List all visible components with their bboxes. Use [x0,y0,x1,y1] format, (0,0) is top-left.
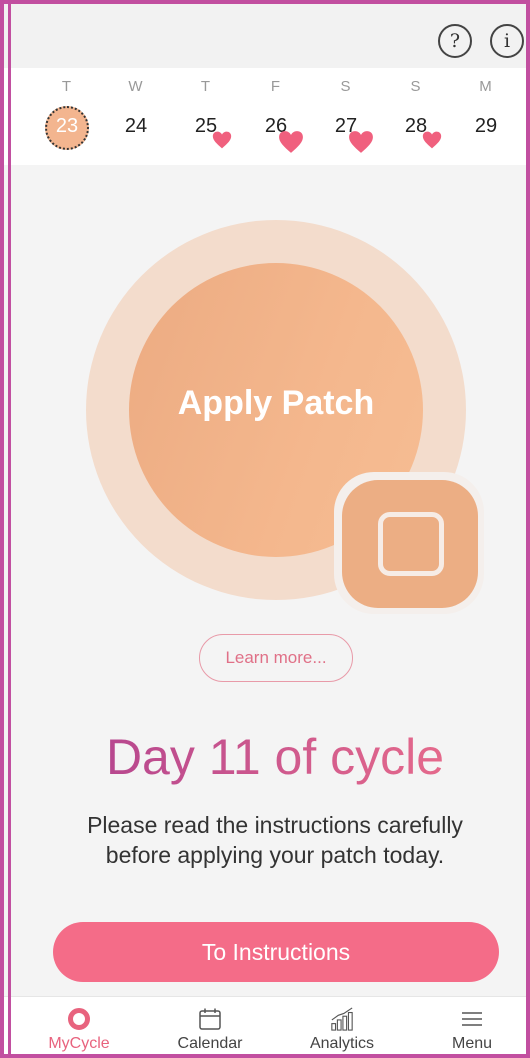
nav-label: Menu [451,1035,493,1052]
hamburger-menu-icon [460,1007,484,1031]
day-of-week: S [340,78,352,95]
instructions-line-2: before applying your patch today. [105,842,445,868]
instructions-message: Please read the instructions carefully b… [40,810,510,870]
bottom-navigation: MyCycle Calendar Analytics Menu [0,996,530,1058]
day-of-week: M [479,78,493,95]
instructions-line-1: Please read the instructions carefully [87,812,463,838]
fertile-heart-icon [349,131,373,153]
day-date: 23 [55,115,79,137]
info-icon: i [503,30,511,52]
day-date: 24 [124,115,148,137]
day-cell[interactable]: T 25 [182,68,232,165]
apply-patch-label: Apply Patch [177,383,375,422]
learn-more-button[interactable]: Learn more... [199,634,353,682]
day-cell[interactable]: M 29 [462,68,510,165]
bar-chart-icon [330,1007,354,1031]
cycle-dot-icon [67,1007,91,1031]
nav-item-mycycle[interactable]: MyCycle [29,997,129,1058]
fertile-heart-icon [279,131,303,153]
info-button[interactable]: i [490,24,524,58]
question-mark-icon: ? [449,30,461,52]
window-border [8,0,11,1058]
day-cell[interactable]: F 26 [252,68,303,165]
day-cell[interactable]: S 27 [322,68,373,165]
nav-label: Calendar [177,1035,243,1052]
day-of-week: W [128,78,144,95]
week-strip: T 23 W 24 T 25 F 26 S 27 S 28 M 29 [0,68,530,165]
nav-label: MyCycle [48,1035,110,1052]
nav-label: Analytics [309,1035,375,1052]
help-button[interactable]: ? [438,24,472,58]
day-of-week: F [270,78,282,95]
fertile-heart-icon [212,131,232,149]
nav-item-calendar[interactable]: Calendar [160,997,260,1058]
nav-item-analytics[interactable]: Analytics [292,997,392,1058]
day-date: 29 [474,115,498,137]
nav-item-menu[interactable]: Menu [422,997,522,1058]
day-cell[interactable]: W 24 [112,68,160,165]
cycle-day-heading: Day 11 of cycle [80,728,470,792]
to-instructions-button[interactable]: To Instructions [53,922,499,982]
day-of-week: T [200,78,212,95]
top-bar: ? i [0,0,530,68]
day-of-week: T [61,78,73,95]
patch-square-icon [378,512,444,576]
day-cell[interactable]: S 28 [392,68,442,165]
day-of-week: S [410,78,422,95]
cycle-day-text: Day 11 of cycle [80,728,470,786]
calendar-icon [198,1007,222,1031]
fertile-heart-icon [422,131,442,149]
day-cell[interactable]: T 23 [43,68,91,165]
